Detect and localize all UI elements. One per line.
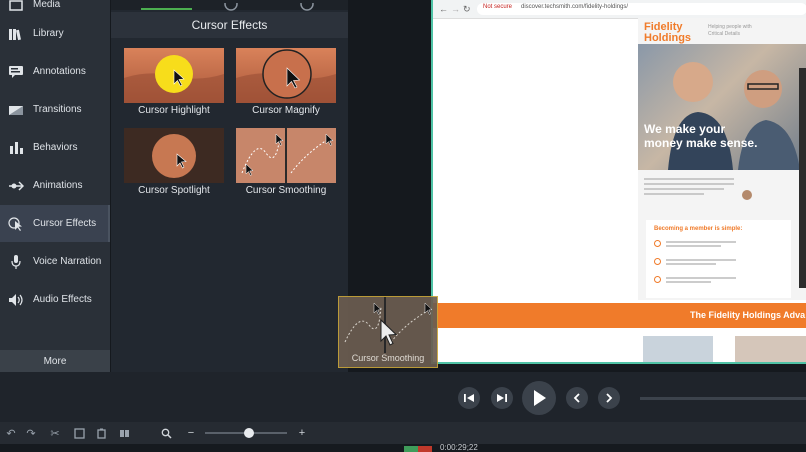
panel-tabs — [111, 0, 348, 11]
effect-label: Cursor Magnify — [252, 105, 320, 116]
paste-icon[interactable] — [95, 427, 107, 439]
effect-thumb-cursor-spotlight[interactable] — [124, 128, 224, 183]
step-back-button[interactable] — [458, 387, 480, 409]
sidebar-item-label: Annotations — [33, 66, 86, 77]
tagline-line: Helping people with — [708, 24, 752, 30]
previous-marker-button[interactable] — [566, 387, 588, 409]
page-photo — [643, 336, 713, 362]
brand-logo: Fidelity Holdings — [644, 22, 691, 44]
sidebar-item-annotations[interactable]: Annotations — [0, 53, 110, 90]
zoom-out-icon[interactable]: − — [185, 427, 197, 439]
page-photo — [735, 336, 806, 362]
mouse-pointer-icon — [380, 319, 398, 346]
hero-line: We make your — [644, 122, 726, 136]
tagline: Helping people with Critical Details — [708, 24, 752, 38]
sidebar-item-transitions[interactable]: Transitions — [0, 91, 110, 128]
brand-line: Holdings — [644, 32, 692, 44]
panel-title: Cursor Effects — [111, 12, 348, 38]
redo-icon[interactable]: ↷ — [25, 427, 37, 440]
sidebar-item-label: Transitions — [33, 104, 82, 115]
transitions-icon — [8, 103, 24, 117]
timeline-marker-green[interactable] — [404, 446, 418, 452]
step-icon — [654, 258, 661, 265]
sidebar-item-audio-effects[interactable]: Audio Effects — [0, 281, 110, 318]
animations-icon — [8, 179, 24, 193]
intro-text-block — [644, 178, 734, 208]
back-icon[interactable]: ← — [439, 4, 448, 14]
sidebar-item-label: Cursor Effects — [33, 218, 97, 229]
sidebar-item-label: Animations — [33, 180, 83, 191]
timeline-toolbar: ↶ ↷ ✂ − + — [0, 422, 806, 444]
sidebar-item-label: Voice Narration — [33, 256, 102, 267]
zoom-slider-handle[interactable] — [244, 428, 254, 438]
cursor-effects-icon — [8, 216, 24, 231]
orange-banner: The Fidelity Holdings Adva — [433, 303, 806, 328]
split-icon[interactable] — [118, 427, 130, 439]
step-icon — [654, 240, 661, 247]
library-icon — [8, 27, 24, 41]
sidebar-item-behaviors[interactable]: Behaviors — [0, 129, 110, 166]
author-avatar — [742, 190, 752, 200]
steps-card: Becoming a member is simple: — [646, 220, 791, 298]
sidebar-item-library[interactable]: Library — [0, 15, 110, 52]
forward-icon[interactable]: → — [451, 4, 460, 14]
sidebar: Media Library Annotations Transitions Be… — [0, 0, 111, 372]
sidebar-item-label: Library — [33, 28, 64, 39]
dragged-effect-cursor-smoothing[interactable]: Cursor Smoothing — [338, 296, 438, 368]
panel-tab-icon[interactable] — [299, 0, 315, 11]
dragged-effect-label: Cursor Smoothing — [351, 353, 425, 363]
sidebar-item-label: Media — [33, 0, 61, 10]
cut-icon[interactable]: ✂ — [49, 427, 61, 440]
next-marker-button[interactable] — [598, 387, 620, 409]
effect-thumb-cursor-smoothing[interactable] — [236, 128, 336, 183]
step-icon — [654, 276, 661, 283]
playback-scrubber[interactable] — [640, 397, 806, 400]
playback-controls — [0, 372, 806, 422]
url-text: discover.techsmith.com/fidelity-holdings… — [521, 4, 629, 10]
web-page: Fidelity Holdings Helping people with Cr… — [638, 18, 806, 300]
security-label: Not secure — [483, 4, 513, 10]
hero-image: We make your money make sense. — [638, 44, 806, 170]
panel-tab-active[interactable] — [141, 0, 192, 10]
timeline-marker-red[interactable] — [418, 446, 432, 452]
microphone-icon — [8, 254, 24, 269]
more-button[interactable]: More — [0, 350, 110, 372]
undo-icon[interactable]: ↶ — [5, 427, 17, 440]
copy-icon[interactable] — [73, 427, 85, 439]
browser-toolbar: ← → ↻ Not secure discover.techsmith.com/… — [433, 0, 806, 19]
sidebar-item-label: Behaviors — [33, 142, 78, 153]
effect-label: Cursor Highlight — [138, 105, 210, 116]
banner-text: The Fidelity Holdings Adva — [690, 310, 806, 320]
speaker-icon — [8, 293, 24, 307]
play-button[interactable] — [522, 381, 556, 415]
hero-line: money make sense. — [644, 136, 758, 150]
sidebar-item-animations[interactable]: Animations — [0, 167, 110, 204]
hero-text: We make your money make sense. — [644, 122, 757, 150]
steps-title: Becoming a member is simple: — [654, 226, 743, 232]
reload-icon[interactable]: ↻ — [463, 4, 471, 15]
sidebar-item-voice-narration[interactable]: Voice Narration — [0, 243, 110, 280]
effect-thumb-cursor-magnify[interactable] — [236, 48, 336, 103]
sidebar-item-label: Audio Effects — [33, 294, 92, 305]
zoom-in-icon[interactable]: + — [296, 427, 308, 439]
cursor-effects-panel: Cursor Effects Cursor Highlight Cursor M… — [111, 0, 348, 372]
media-icon — [8, 0, 24, 12]
address-bar[interactable]: Not secure discover.techsmith.com/fideli… — [477, 3, 806, 15]
page-side-panel — [799, 68, 806, 288]
timecode: 0:00:29;22 — [440, 444, 478, 452]
effect-label: Cursor Spotlight — [138, 185, 210, 196]
tagline-line: Critical Details — [708, 31, 740, 37]
step-forward-button[interactable] — [491, 387, 513, 409]
behaviors-icon — [8, 141, 24, 155]
effect-label: Cursor Smoothing — [245, 185, 327, 196]
zoom-icon[interactable] — [160, 427, 172, 439]
canvas-preview[interactable]: ← → ↻ Not secure discover.techsmith.com/… — [431, 0, 806, 364]
panel-tab-icon[interactable] — [223, 0, 239, 11]
annotations-icon — [8, 65, 24, 79]
timeline-strip[interactable] — [0, 444, 806, 452]
sidebar-item-cursor-effects[interactable]: Cursor Effects — [0, 205, 110, 242]
effect-thumb-cursor-highlight[interactable] — [124, 48, 224, 103]
